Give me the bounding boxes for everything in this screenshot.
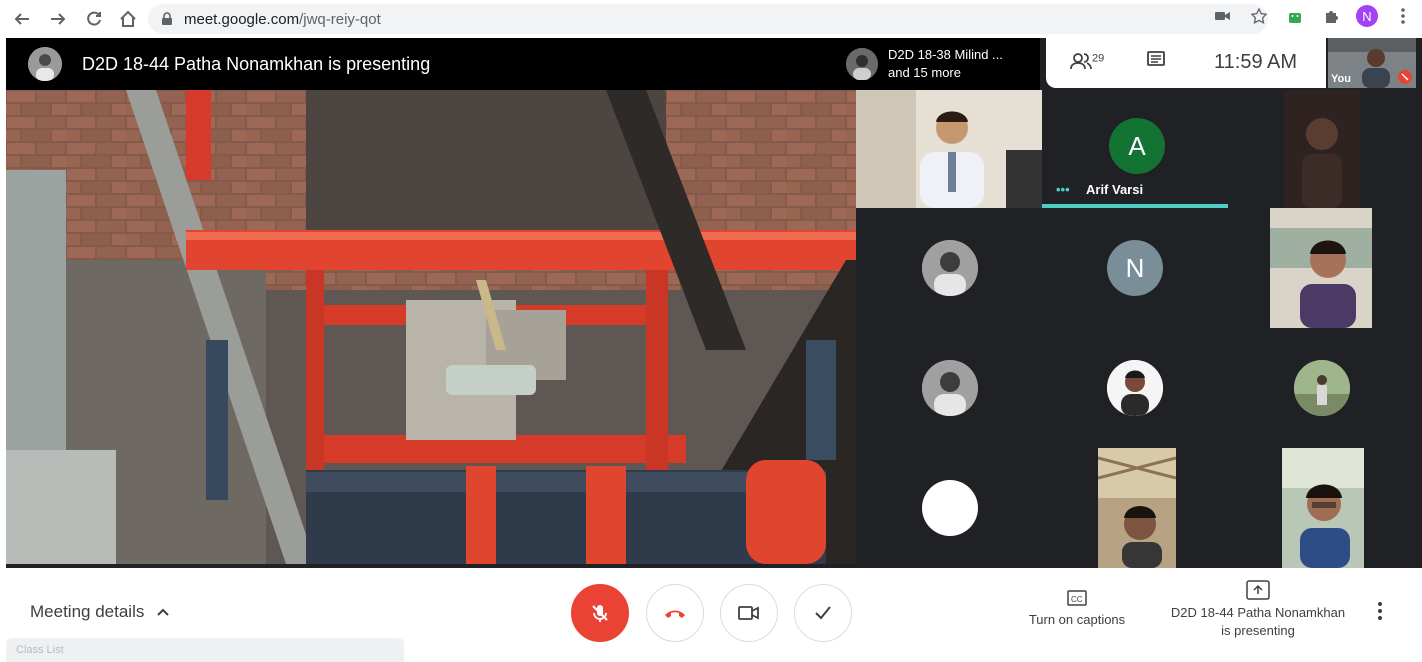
participant-tile-avatar-2[interactable] <box>856 328 1042 448</box>
back-arrow-icon <box>14 13 29 25</box>
presenter-avatar <box>28 47 62 81</box>
participant-video-image <box>1284 90 1360 208</box>
meeting-details-label: Meeting details <box>30 602 145 621</box>
camera-toggle-button[interactable] <box>720 584 778 642</box>
participant-video-image <box>1282 448 1364 568</box>
camera-icon <box>738 606 759 620</box>
participant-tile-avatar-1[interactable] <box>856 208 1042 328</box>
captions-label: Turn on captions <box>1028 612 1126 627</box>
participant-video-image <box>856 90 1042 208</box>
participant-tile-arif[interactable]: A ••• Arif Varsi <box>1042 90 1228 208</box>
meeting-controls-bar: Meeting details CC Turn on captions D2D … <box>0 568 1422 662</box>
participant-count: 29 <box>1092 52 1105 65</box>
self-label: You <box>1331 73 1351 85</box>
svg-text:CC: CC <box>1071 595 1083 604</box>
chat-button[interactable] <box>1146 50 1166 75</box>
participant-tile-avatar-4[interactable] <box>1228 328 1422 448</box>
meeting-info-bar: 29 11:59 AM <box>1046 38 1326 88</box>
participant-photo-avatar <box>1107 360 1163 416</box>
forward-button[interactable] <box>44 5 72 33</box>
attendance-check-button[interactable] <box>794 584 852 642</box>
n-avatar: N <box>1107 240 1163 296</box>
participant-video-image <box>1098 448 1176 568</box>
home-button[interactable] <box>114 5 142 33</box>
muted-mic-icon <box>1398 70 1412 84</box>
meeting-clock: 11:59 AM <box>1214 51 1298 73</box>
speaking-dots-icon: ••• <box>1056 182 1070 197</box>
forward-arrow-icon <box>51 13 66 25</box>
camera-indicator-icon[interactable] <box>1212 5 1234 27</box>
home-icon <box>120 10 136 27</box>
presentation-title: D2D 18-44 Patha Nonamkhan is presenting <box>82 53 431 74</box>
presentation-banner: D2D 18-44 Patha Nonamkhan is presenting <box>6 38 840 90</box>
presenting-line-2: is presenting <box>1221 623 1295 638</box>
participant-tile-avatar-5[interactable] <box>856 448 1042 568</box>
participants-button[interactable]: 29 <box>1070 50 1104 76</box>
reload-icon <box>87 11 101 26</box>
participant-tile-n[interactable]: N <box>1042 208 1228 328</box>
mini-presenter-avatar <box>846 48 878 80</box>
checkmark-icon <box>815 606 831 620</box>
meet-stage: D2D 18-44 Patha Nonamkhan is presenting <box>6 38 1422 568</box>
more-options-icon[interactable] <box>1378 602 1382 626</box>
participant-blank-avatar <box>922 480 978 536</box>
browser-toolbar: meet.google.com/jwq-reiy-qot N <box>0 0 1422 38</box>
participant-tile-video-4[interactable] <box>1042 448 1228 568</box>
participant-photo-avatar <box>922 240 978 296</box>
mic-toggle-button[interactable] <box>571 584 629 642</box>
mini-presenter-name: D2D 18-38 Milind ... <box>888 47 1003 62</box>
reload-button[interactable] <box>80 5 108 33</box>
lock-icon <box>162 12 172 25</box>
people-icon <box>1070 53 1092 70</box>
machine-scene-image <box>6 90 856 564</box>
self-view-tile[interactable]: You <box>1328 38 1416 88</box>
mic-off-icon <box>592 605 608 622</box>
presenting-line-1: D2D 18-44 Patha Nonamkhan <box>1170 605 1346 620</box>
browser-menu-icon[interactable] <box>1392 5 1414 27</box>
participant-tile-video-1[interactable] <box>856 90 1042 208</box>
participant-tile-avatar-3[interactable] <box>1042 328 1228 448</box>
participant-tile-video-2[interactable] <box>1228 90 1422 208</box>
chat-icon <box>1147 51 1165 66</box>
bookmark-star-icon[interactable] <box>1248 5 1270 27</box>
url-text: meet.google.com/jwq-reiy-qot <box>184 10 381 28</box>
arif-avatar: A <box>1109 118 1165 174</box>
leave-call-button[interactable] <box>646 584 704 642</box>
android-extension-icon[interactable] <box>1284 5 1306 27</box>
faded-taskbar-overlay: Class List <box>6 638 404 662</box>
extensions-puzzle-icon[interactable] <box>1320 5 1342 27</box>
address-bar[interactable]: meet.google.com/jwq-reiy-qot <box>148 4 1268 34</box>
mini-presenter-tile[interactable]: D2D 18-38 Milind ... and 15 more <box>840 38 1040 90</box>
captions-button[interactable]: CC Turn on captions <box>1022 590 1132 627</box>
hangup-icon <box>665 610 685 618</box>
meeting-details-button[interactable]: Meeting details <box>30 602 170 622</box>
back-button[interactable] <box>8 5 36 33</box>
chevron-up-icon <box>157 608 170 616</box>
profile-avatar[interactable]: N <box>1356 5 1378 27</box>
presenting-status-button[interactable]: D2D 18-44 Patha Nonamkhan is presenting <box>1160 580 1356 640</box>
cc-icon: CC <box>1067 590 1087 606</box>
present-screen-icon <box>1246 580 1270 600</box>
ghost-taskbar-text: Class List <box>16 644 64 656</box>
participant-tile-video-3[interactable] <box>1228 208 1422 328</box>
arif-name-label: Arif Varsi <box>1086 182 1144 197</box>
participant-photo-avatar <box>1294 360 1350 416</box>
shared-screen-video <box>6 90 856 564</box>
participant-video-image <box>1270 208 1372 328</box>
participant-photo-avatar <box>922 360 978 416</box>
mini-presenter-more: and 15 more <box>888 65 961 80</box>
participant-tile-video-5[interactable] <box>1228 448 1422 568</box>
